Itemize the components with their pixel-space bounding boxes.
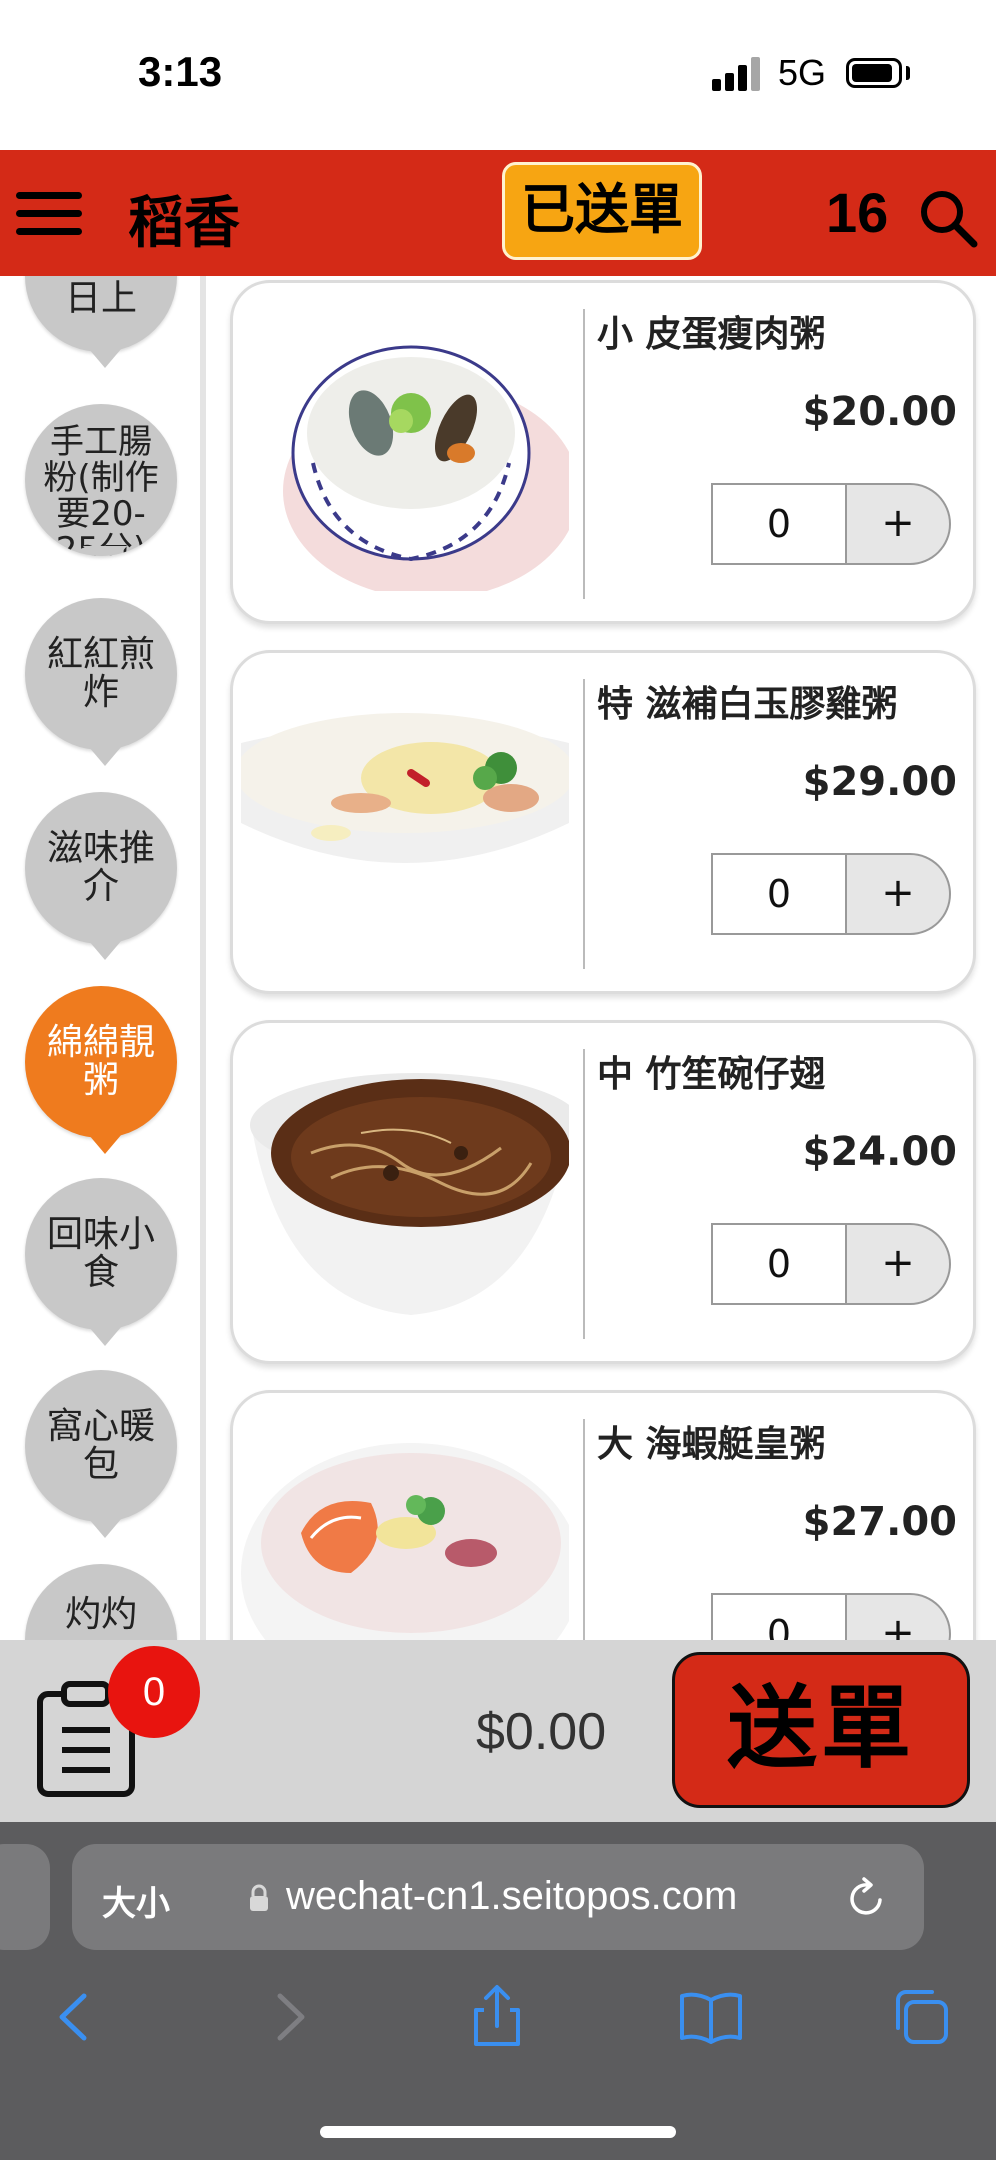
- cart-count-badge: 0: [108, 1646, 200, 1738]
- status-bar: 3:13 5G: [0, 0, 996, 150]
- search-icon[interactable]: [918, 188, 978, 248]
- send-order-button[interactable]: 送單: [672, 1652, 970, 1808]
- submitted-orders-button[interactable]: 已送單: [502, 162, 702, 260]
- category-item[interactable]: 窩心暖包: [25, 1370, 177, 1538]
- lock-icon: [250, 1884, 268, 1911]
- battery-icon: [846, 58, 902, 88]
- category-item[interactable]: 回味小食: [25, 1178, 177, 1346]
- menu-item-card[interactable]: 小 皮蛋瘦肉粥 $20.00 0 +: [230, 280, 976, 624]
- category-item-active[interactable]: 綿綿靚粥: [25, 986, 177, 1154]
- app-header: 稻香 已送單 16: [0, 150, 996, 276]
- add-quantity-button[interactable]: +: [847, 1593, 951, 1640]
- add-quantity-button[interactable]: +: [847, 853, 951, 935]
- category-label: 綿綿靚粥: [46, 1022, 155, 1101]
- category-item[interactable]: 灼灼: [25, 1564, 177, 1640]
- home-indicator: [320, 2126, 676, 2138]
- quantity-input[interactable]: 0: [711, 1593, 847, 1640]
- cart-total: $0.00: [476, 1703, 607, 1761]
- category-label: 窩心暖包: [46, 1406, 155, 1485]
- quantity-input[interactable]: 0: [711, 1223, 847, 1305]
- category-item[interactable]: 紅紅煎炸: [25, 598, 177, 766]
- dish-price: $29.00: [802, 759, 957, 805]
- add-quantity-button[interactable]: +: [847, 483, 951, 565]
- dish-image: [241, 1053, 569, 1331]
- dish-name: 小 皮蛋瘦肉粥: [597, 314, 826, 355]
- dish-price: $20.00: [802, 389, 957, 435]
- dish-name: 大 海蝦艇皇粥: [597, 1424, 826, 1465]
- menu-item-card[interactable]: 中 竹笙碗仔翅 $24.00 0 +: [230, 1020, 976, 1364]
- category-label: 日上: [64, 278, 137, 319]
- table-number: 16: [826, 181, 889, 244]
- url-text: wechat-cn1.seitopos.com: [286, 1874, 738, 1918]
- previous-tab-preview[interactable]: [0, 1844, 50, 1950]
- tabs-icon[interactable]: [886, 1982, 956, 2052]
- share-icon[interactable]: [462, 1982, 532, 2052]
- category-item[interactable]: 日上: [25, 276, 177, 368]
- forward-icon[interactable]: [254, 1982, 324, 2052]
- add-quantity-button[interactable]: +: [847, 1223, 951, 1305]
- dish-image: [241, 683, 569, 961]
- category-label: 灼灼: [64, 1594, 137, 1635]
- category-label: 回味小食: [46, 1214, 155, 1293]
- menu-icon[interactable]: [16, 188, 82, 240]
- dish-price: $24.00: [802, 1129, 957, 1175]
- quantity-input[interactable]: 0: [711, 853, 847, 935]
- bookmarks-icon[interactable]: [676, 1982, 746, 2052]
- quantity-input[interactable]: 0: [711, 483, 847, 565]
- menu-item-card[interactable]: 特 滋補白玉膠雞粥 $29.00 0 +: [230, 650, 976, 994]
- network-type: 5G: [778, 52, 827, 93]
- browser-toolbar: 大小 wechat-cn1.seitopos.com: [0, 1822, 996, 2160]
- category-sidebar: 日上 手工腸粉(制作要20-25分) 紅紅煎炸 滋味推介 綿綿靚粥 回味小食 窩…: [0, 276, 200, 1640]
- cellular-signal-icon: [712, 55, 760, 91]
- shop-name: 稻香: [128, 191, 240, 256]
- menu-item-list: 小 皮蛋瘦肉粥 $20.00 0 + 特 滋補白玉膠雞粥 $29.00 0 +: [206, 276, 996, 1640]
- dish-name: 特 滋補白玉膠雞粥: [597, 684, 898, 725]
- dish-image: [241, 1423, 569, 1640]
- dish-name: 中 竹笙碗仔翅: [597, 1054, 826, 1095]
- dish-price: $27.00: [802, 1499, 957, 1545]
- menu-item-card[interactable]: 大 海蝦艇皇粥 $27.00 0 +: [230, 1390, 976, 1640]
- address-bar[interactable]: 大小 wechat-cn1.seitopos.com: [72, 1844, 924, 1950]
- category-label: 紅紅煎炸: [46, 634, 155, 713]
- back-icon[interactable]: [40, 1982, 110, 2052]
- category-label: 手工腸粉(制作要20-25分): [43, 422, 159, 556]
- cart-bar: 0 $0.00 送單: [0, 1640, 996, 1822]
- category-item[interactable]: 滋味推介: [25, 792, 177, 960]
- text-size-button[interactable]: 大小: [102, 1876, 170, 1925]
- category-item[interactable]: 手工腸粉(制作要20-25分): [25, 404, 177, 556]
- dish-image: [241, 313, 569, 591]
- status-time: 3:13: [138, 48, 223, 95]
- category-label: 滋味推介: [46, 828, 155, 907]
- reload-icon[interactable]: [844, 1876, 888, 1920]
